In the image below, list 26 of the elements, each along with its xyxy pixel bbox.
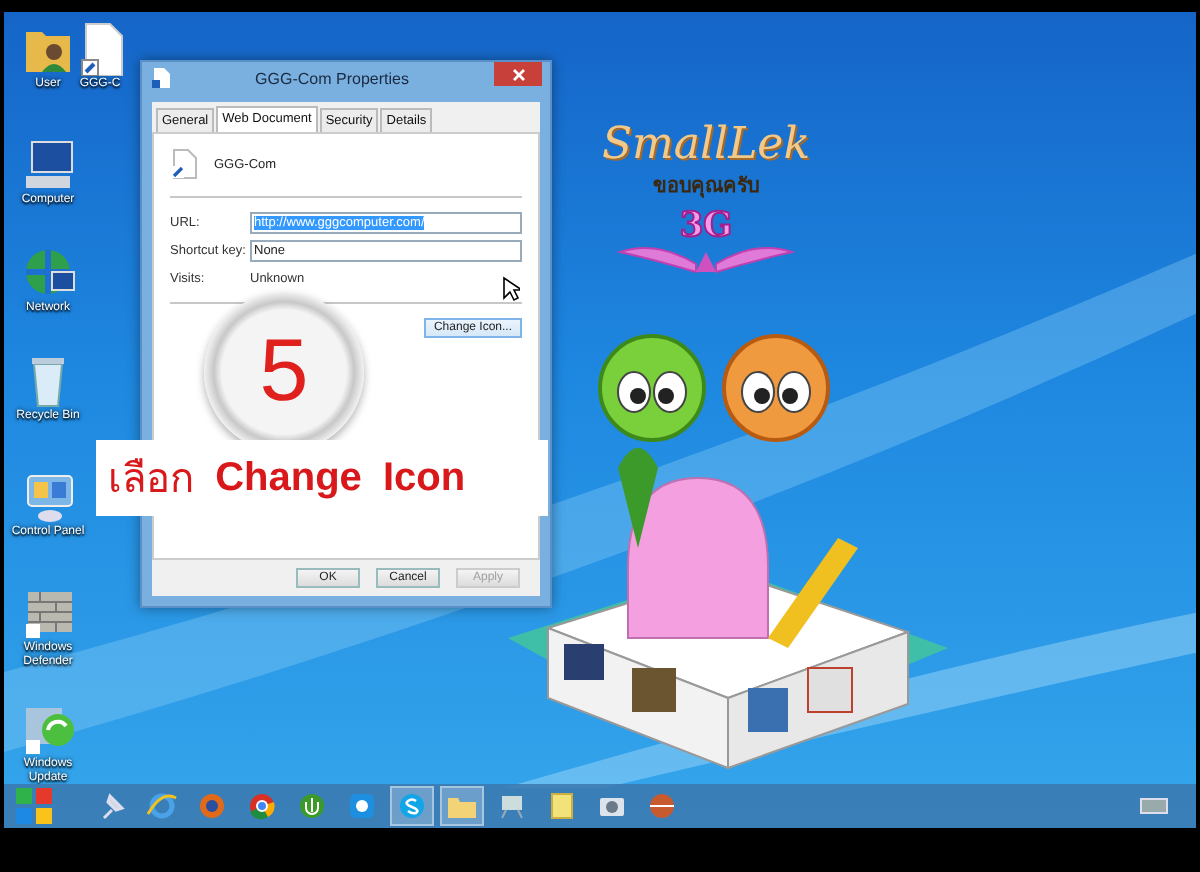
window-title: GGG-Com Properties bbox=[253, 69, 411, 87]
close-button[interactable] bbox=[494, 62, 542, 86]
taskbar-button[interactable] bbox=[440, 786, 484, 826]
keyboard-icon bbox=[1140, 798, 1168, 814]
wallpaper-label: 3G bbox=[679, 208, 733, 244]
start-button[interactable] bbox=[12, 784, 56, 828]
circle-app-icon bbox=[246, 790, 278, 822]
wallpaper-title: SmallLek bbox=[601, 120, 811, 170]
document-shortcut-icon bbox=[170, 148, 198, 180]
s-logo-icon bbox=[396, 790, 428, 822]
four-squares-icon bbox=[16, 788, 52, 824]
wallpaper-subtitle: ขอบคุณครับ bbox=[653, 173, 759, 200]
document-icon bbox=[152, 68, 170, 88]
tray-button[interactable] bbox=[1136, 794, 1172, 818]
e-logo-icon bbox=[146, 790, 178, 822]
instruction-text: เลือก Change Icon bbox=[96, 440, 548, 516]
close-icon bbox=[511, 67, 525, 81]
computer-icon[interactable] bbox=[20, 136, 76, 192]
mouse-cursor-icon bbox=[502, 276, 520, 302]
note-icon bbox=[546, 790, 578, 822]
u-logo-icon bbox=[296, 790, 328, 822]
ball-icon bbox=[646, 790, 678, 822]
smiley-face-drawing bbox=[716, 332, 836, 444]
smiley-face-drawing bbox=[592, 332, 712, 444]
rounded-square-icon bbox=[346, 790, 378, 822]
taskbar-button[interactable] bbox=[390, 786, 434, 826]
